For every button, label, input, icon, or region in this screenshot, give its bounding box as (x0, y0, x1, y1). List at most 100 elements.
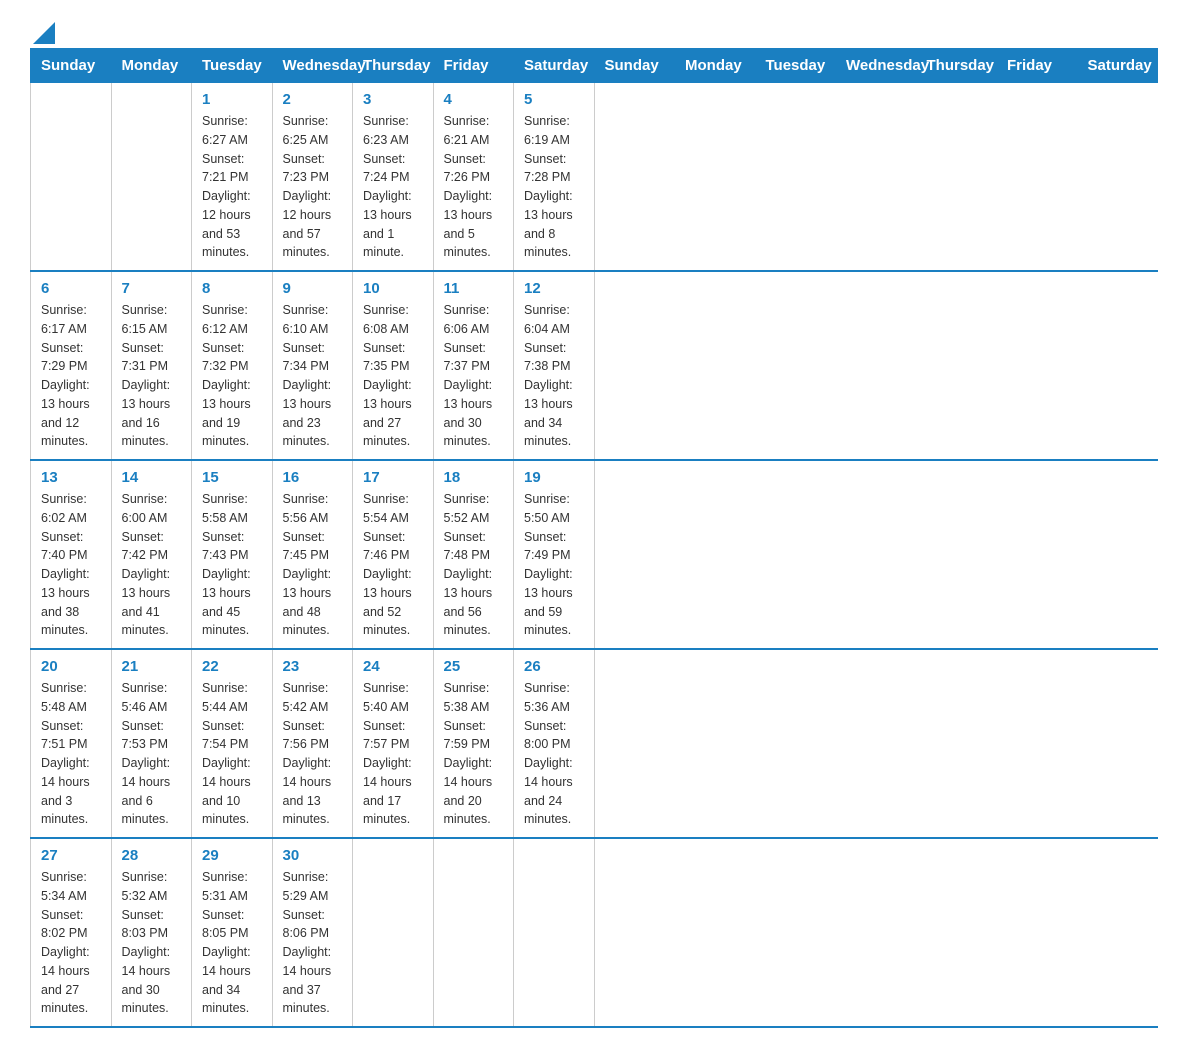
day-number: 24 (363, 658, 423, 675)
col-header-monday: Monday (111, 49, 192, 83)
calendar-cell: 16 Sunrise: 5:56 AMSunset: 7:45 PMDayligh… (272, 460, 353, 649)
day-number: 10 (363, 280, 423, 297)
day-number: 2 (283, 91, 343, 108)
day-info: Sunrise: 6:12 AMSunset: 7:32 PMDaylight:… (202, 301, 262, 451)
day-info: Sunrise: 5:31 AMSunset: 8:05 PMDaylight:… (202, 868, 262, 1018)
day-number: 5 (524, 91, 584, 108)
day-number: 17 (363, 469, 423, 486)
col-header-friday: Friday (997, 49, 1078, 83)
day-number: 23 (283, 658, 343, 675)
day-info: Sunrise: 6:27 AMSunset: 7:21 PMDaylight:… (202, 112, 262, 262)
day-number: 27 (41, 847, 101, 864)
day-number: 1 (202, 91, 262, 108)
col-header-friday: Friday (433, 49, 514, 83)
calendar-cell: 12Sunrise: 6:04 AMSunset: 7:38 PMDayligh… (514, 271, 595, 460)
calendar-cell (353, 838, 434, 1027)
day-number: 11 (444, 280, 504, 297)
col-header-wednesday: Wednesday (272, 49, 353, 83)
day-info: Sunrise: 6:17 AMSunset: 7:29 PMDaylight:… (41, 301, 101, 451)
day-info: Sunrise: 6:06 AMSunset: 7:37 PMDaylight:… (444, 301, 504, 451)
day-number: 13 (41, 469, 101, 486)
day-number: 7 (122, 280, 182, 297)
logo-row (30, 20, 55, 44)
calendar-cell: 14 Sunrise: 6:00 AMSunset: 7:42 PMDayligh… (111, 460, 192, 649)
calendar-cell: 27Sunrise: 5:34 AMSunset: 8:02 PMDayligh… (31, 838, 112, 1027)
calendar-table: SundayMondayTuesdayWednesdayThursdayFrid… (30, 48, 1158, 1028)
day-info: Sunrise: 5:56 AMSunset: 7:45 PMDaylight:… (283, 490, 343, 640)
calendar-cell: 18 Sunrise: 5:52 AMSunset: 7:48 PMDayligh… (433, 460, 514, 649)
calendar-cell: 4Sunrise: 6:21 AMSunset: 7:26 PMDaylight… (433, 83, 514, 272)
day-info: Sunrise: 5:52 AMSunset: 7:48 PMDaylight:… (444, 490, 504, 640)
calendar-cell: 23 Sunrise: 5:42 AMSunset: 7:56 PMDayligh… (272, 649, 353, 838)
calendar-cell: 29Sunrise: 5:31 AMSunset: 8:05 PMDayligh… (192, 838, 273, 1027)
day-number: 28 (122, 847, 182, 864)
day-info: Sunrise: 6:00 AMSunset: 7:42 PMDaylight:… (122, 490, 182, 640)
calendar-header-row: SundayMondayTuesdayWednesdayThursdayFrid… (31, 49, 1158, 83)
day-number: 18 (444, 469, 504, 486)
day-number: 14 (122, 469, 182, 486)
logo-triangle-icon (33, 22, 55, 44)
col-header-thursday: Thursday (353, 49, 434, 83)
day-info: Sunrise: 5:32 AMSunset: 8:03 PMDaylight:… (122, 868, 182, 1018)
col-header-wednesday: Wednesday (836, 49, 917, 83)
calendar-cell: 3 Sunrise: 6:23 AMSunset: 7:24 PMDaylight… (353, 83, 434, 272)
day-number: 4 (444, 91, 504, 108)
day-number: 26 (524, 658, 584, 675)
day-info: Sunrise: 5:54 AMSunset: 7:46 PMDaylight:… (363, 490, 423, 640)
calendar-week-row: 27Sunrise: 5:34 AMSunset: 8:02 PMDayligh… (31, 838, 1158, 1027)
day-info: Sunrise: 5:50 AMSunset: 7:49 PMDaylight:… (524, 490, 584, 640)
day-number: 19 (524, 469, 584, 486)
day-number: 30 (283, 847, 343, 864)
col-header-saturday: Saturday (514, 49, 595, 83)
col-header-thursday: Thursday (916, 49, 997, 83)
day-info: Sunrise: 6:02 AMSunset: 7:40 PMDaylight:… (41, 490, 101, 640)
day-number: 25 (444, 658, 504, 675)
calendar-cell: 5 Sunrise: 6:19 AMSunset: 7:28 PMDaylight… (514, 83, 595, 272)
day-info: Sunrise: 5:42 AMSunset: 7:56 PMDaylight:… (283, 679, 343, 829)
day-info: Sunrise: 5:29 AMSunset: 8:06 PMDaylight:… (283, 868, 343, 1018)
calendar-cell (433, 838, 514, 1027)
calendar-cell: 19 Sunrise: 5:50 AMSunset: 7:49 PMDayligh… (514, 460, 595, 649)
calendar-cell: 1 Sunrise: 6:27 AMSunset: 7:21 PMDaylight… (192, 83, 273, 272)
page-header (30, 20, 1158, 38)
calendar-cell: 21 Sunrise: 5:46 AMSunset: 7:53 PMDayligh… (111, 649, 192, 838)
day-info: Sunrise: 5:36 AMSunset: 8:00 PMDaylight:… (524, 679, 584, 829)
day-number: 21 (122, 658, 182, 675)
day-info: Sunrise: 5:48 AMSunset: 7:51 PMDaylight:… (41, 679, 101, 829)
col-header-tuesday: Tuesday (192, 49, 273, 83)
day-number: 6 (41, 280, 101, 297)
day-number: 15 (202, 469, 262, 486)
calendar-week-row: 6 Sunrise: 6:17 AMSunset: 7:29 PMDaylight… (31, 271, 1158, 460)
calendar-cell (111, 83, 192, 272)
day-info: Sunrise: 5:46 AMSunset: 7:53 PMDaylight:… (122, 679, 182, 829)
col-header-saturday: Saturday (1077, 49, 1158, 83)
day-number: 8 (202, 280, 262, 297)
calendar-cell: 30 Sunrise: 5:29 AMSunset: 8:06 PMDayligh… (272, 838, 353, 1027)
day-number: 3 (363, 91, 423, 108)
logo (30, 20, 55, 38)
calendar-week-row: 13 Sunrise: 6:02 AMSunset: 7:40 PMDayligh… (31, 460, 1158, 649)
col-header-sunday: Sunday (31, 49, 112, 83)
day-info: Sunrise: 6:23 AMSunset: 7:24 PMDaylight:… (363, 112, 423, 262)
calendar-cell: 26 Sunrise: 5:36 AMSunset: 8:00 PMDayligh… (514, 649, 595, 838)
day-number: 9 (283, 280, 343, 297)
calendar-cell: 17 Sunrise: 5:54 AMSunset: 7:46 PMDayligh… (353, 460, 434, 649)
day-info: Sunrise: 6:08 AMSunset: 7:35 PMDaylight:… (363, 301, 423, 451)
day-info: Sunrise: 6:19 AMSunset: 7:28 PMDaylight:… (524, 112, 584, 262)
calendar-cell: 2Sunrise: 6:25 AMSunset: 7:23 PMDaylight… (272, 83, 353, 272)
day-number: 16 (283, 469, 343, 486)
calendar-cell: 13 Sunrise: 6:02 AMSunset: 7:40 PMDayligh… (31, 460, 112, 649)
col-header-monday: Monday (675, 49, 756, 83)
calendar-cell: 11 Sunrise: 6:06 AMSunset: 7:37 PMDayligh… (433, 271, 514, 460)
day-info: Sunrise: 6:04 AMSunset: 7:38 PMDaylight:… (524, 301, 584, 451)
day-info: Sunrise: 5:58 AMSunset: 7:43 PMDaylight:… (202, 490, 262, 640)
calendar-cell: 10 Sunrise: 6:08 AMSunset: 7:35 PMDayligh… (353, 271, 434, 460)
calendar-cell: 22Sunrise: 5:44 AMSunset: 7:54 PMDayligh… (192, 649, 273, 838)
calendar-cell: 24Sunrise: 5:40 AMSunset: 7:57 PMDayligh… (353, 649, 434, 838)
calendar-cell (514, 838, 595, 1027)
day-info: Sunrise: 5:38 AMSunset: 7:59 PMDaylight:… (444, 679, 504, 829)
day-info: Sunrise: 5:44 AMSunset: 7:54 PMDaylight:… (202, 679, 262, 829)
day-info: Sunrise: 6:15 AMSunset: 7:31 PMDaylight:… (122, 301, 182, 451)
col-header-tuesday: Tuesday (755, 49, 836, 83)
col-header-sunday: Sunday (594, 49, 675, 83)
